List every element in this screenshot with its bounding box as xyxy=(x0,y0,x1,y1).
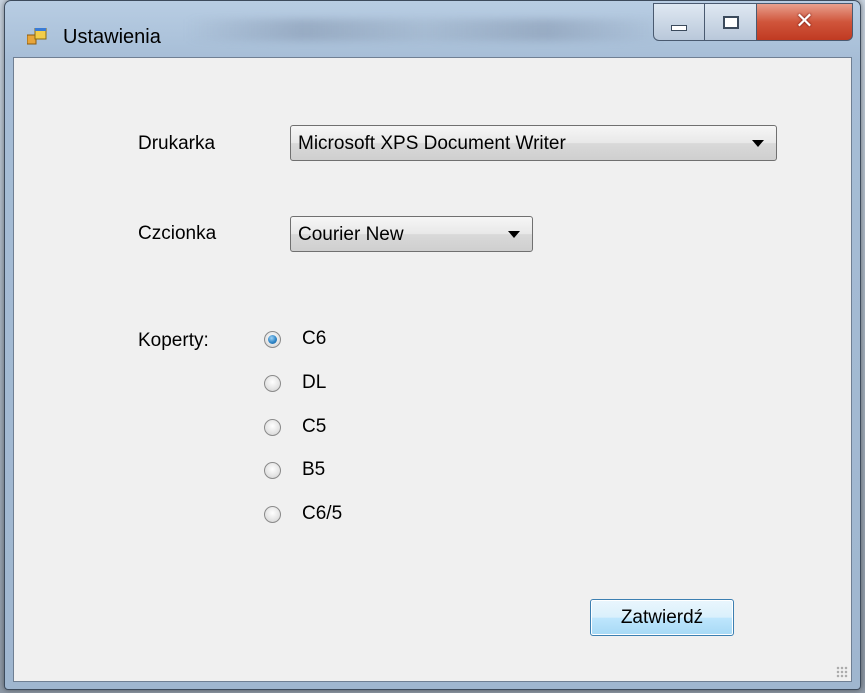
radio-button[interactable] xyxy=(264,331,281,348)
form-client-area: Drukarka Microsoft XPS Document Writer C… xyxy=(13,57,852,682)
envelopes-label: Koperty: xyxy=(138,330,209,351)
radio-label: B5 xyxy=(302,459,326,480)
minimize-button[interactable] xyxy=(653,3,705,41)
settings-window: Ustawienia ✕ Drukarka Microsoft XPS Docu… xyxy=(4,0,861,690)
radio-label: C6/5 xyxy=(302,503,343,524)
app-window-icon xyxy=(27,28,47,45)
maximize-button[interactable] xyxy=(705,3,757,41)
radio-button[interactable] xyxy=(264,506,281,523)
radio-button[interactable] xyxy=(264,419,281,436)
printer-select-value: Microsoft XPS Document Writer xyxy=(298,133,566,154)
resize-grip-icon[interactable] xyxy=(836,666,848,678)
radio-button[interactable] xyxy=(264,375,281,392)
title-bar[interactable]: Ustawienia ✕ xyxy=(5,1,860,57)
window-title: Ustawienia xyxy=(63,26,161,48)
printer-select[interactable]: Microsoft XPS Document Writer xyxy=(290,125,777,161)
chevron-down-icon xyxy=(752,140,764,147)
submit-button[interactable]: Zatwierdź xyxy=(590,599,734,636)
radio-button[interactable] xyxy=(264,462,281,479)
close-icon: ✕ xyxy=(795,8,814,33)
radio-label: C5 xyxy=(302,416,327,437)
maximize-icon xyxy=(722,15,739,29)
title-bar-background-blur xyxy=(185,19,665,41)
font-label: Czcionka xyxy=(138,223,217,244)
close-button[interactable]: ✕ xyxy=(757,3,853,41)
font-select-value: Courier New xyxy=(298,224,404,245)
minimize-icon xyxy=(671,25,687,31)
radio-label: C6 xyxy=(302,328,327,349)
font-select[interactable]: Courier New xyxy=(290,216,533,252)
radio-label: DL xyxy=(302,372,327,393)
printer-label: Drukarka xyxy=(138,133,216,154)
chevron-down-icon xyxy=(508,231,520,238)
